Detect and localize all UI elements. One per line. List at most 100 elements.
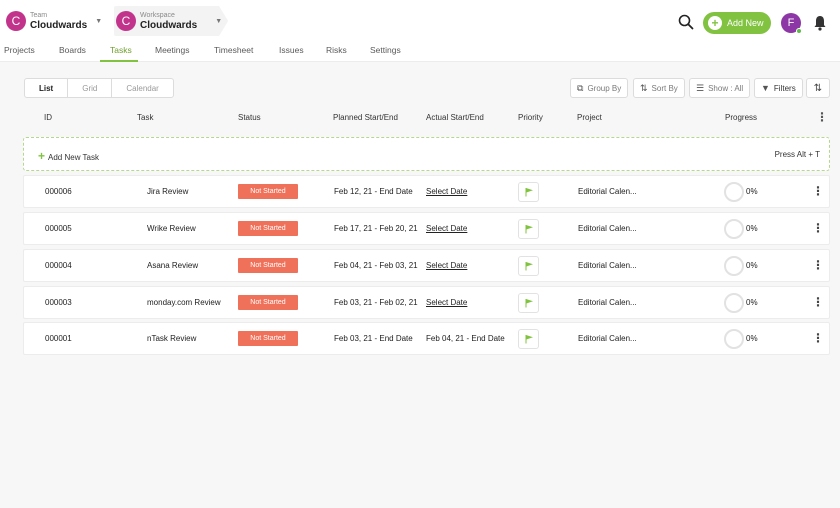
task-name[interactable]: Wrike Review	[147, 224, 196, 233]
column-header-id[interactable]: ID	[44, 113, 52, 122]
progress-percent: 0%	[746, 261, 758, 270]
add-new-button[interactable]: + Add New	[703, 12, 771, 34]
project-name[interactable]: Editorial Calen...	[578, 187, 637, 196]
show-filter-button[interactable]: ☰ Show : All	[689, 78, 751, 98]
progress-ring	[724, 256, 744, 276]
tab-timesheet[interactable]: Timesheet	[214, 45, 253, 55]
planned-dates[interactable]: Feb 17, 21 - Feb 20, 21	[334, 224, 418, 233]
project-name[interactable]: Editorial Calen...	[578, 224, 637, 233]
status-badge[interactable]: Not Started	[238, 184, 298, 199]
priority-flag-button[interactable]	[518, 219, 539, 239]
tab-issues[interactable]: Issues	[279, 45, 304, 55]
status-badge[interactable]: Not Started	[238, 331, 298, 346]
task-name[interactable]: monday.com Review	[147, 298, 221, 307]
task-id: 000003	[45, 298, 72, 307]
column-header-planned[interactable]: Planned Start/End	[333, 113, 398, 122]
sort-toggle-button[interactable]: ⇅	[806, 78, 830, 98]
priority-flag-button[interactable]	[518, 329, 539, 349]
actual-dates[interactable]: Feb 04, 21 - End Date	[426, 334, 505, 343]
planned-dates[interactable]: Feb 03, 21 - Feb 02, 21	[334, 298, 418, 307]
add-new-task-label: Add New Task	[48, 153, 100, 162]
team-switcher[interactable]: C Team Cloudwards ▼	[6, 6, 102, 36]
filter-icon: ▼	[761, 83, 770, 93]
planned-dates[interactable]: Feb 04, 21 - Feb 03, 21	[334, 261, 418, 270]
row-menu-kebab-icon[interactable]: ⋮	[812, 296, 824, 308]
filters-button[interactable]: ▼ Filters	[754, 78, 803, 98]
priority-flag-button[interactable]	[518, 182, 539, 202]
table-row[interactable]: 000001 nTask Review Not Started Feb 03, 21 …	[23, 322, 830, 355]
planned-dates[interactable]: Feb 03, 21 - End Date	[334, 334, 413, 343]
actual-dates[interactable]: Select Date	[426, 261, 467, 270]
table-row[interactable]: 000003 monday.com Review Not Started Feb 03…	[23, 286, 830, 319]
column-header-status[interactable]: Status	[238, 113, 261, 122]
progress-percent: 0%	[746, 334, 758, 343]
filters-label: Filters	[773, 83, 796, 93]
row-menu-kebab-icon[interactable]: ⋮	[812, 185, 824, 197]
task-name[interactable]: Asana Review	[147, 261, 198, 270]
progress-ring	[724, 182, 744, 202]
tab-tasks[interactable]: Tasks	[110, 45, 132, 55]
workspace-sub-label: Workspace	[140, 11, 175, 19]
team-name: Cloudwards	[30, 19, 88, 31]
table-row[interactable]: 000006 Jira Review Not Started Feb 12, 21 -…	[23, 175, 830, 208]
workspace-switcher[interactable]: C Workspace Cloudwards ▼	[114, 6, 229, 36]
project-name[interactable]: Editorial Calen...	[578, 298, 637, 307]
add-new-task-row[interactable]: + Add New Task Press Alt + T	[23, 137, 830, 171]
view-grid-button[interactable]: Grid	[68, 79, 113, 97]
search-icon[interactable]	[677, 13, 695, 31]
column-header-progress[interactable]: Progress	[725, 113, 757, 122]
show-icon: ☰	[696, 82, 705, 93]
plus-icon: +	[38, 149, 46, 163]
project-name[interactable]: Editorial Calen...	[578, 334, 637, 343]
row-menu-kebab-icon[interactable]: ⋮	[812, 332, 824, 344]
priority-flag-button[interactable]	[518, 293, 539, 313]
caret-down-icon: ▼	[95, 17, 103, 25]
actual-dates[interactable]: Select Date	[426, 298, 467, 307]
view-list-button[interactable]: List	[25, 79, 69, 97]
user-avatar[interactable]: F	[781, 13, 802, 34]
progress-ring	[724, 219, 744, 239]
top-bar: C Team Cloudwards ▼ C Workspace Cloudwar…	[0, 0, 840, 40]
group-by-label: Group By	[587, 83, 622, 93]
team-sub-label: Team	[30, 11, 48, 19]
view-calendar-button[interactable]: Calendar	[112, 79, 172, 97]
group-by-button[interactable]: ⧉ Group By	[570, 78, 629, 98]
sort-by-button[interactable]: ⇅ Sort By	[633, 78, 685, 98]
plus-icon: +	[708, 16, 722, 30]
column-header-task[interactable]: Task	[137, 113, 153, 122]
task-name[interactable]: Jira Review	[147, 187, 188, 196]
flag-icon	[525, 299, 533, 308]
status-badge[interactable]: Not Started	[238, 258, 298, 273]
show-label: Show : All	[708, 83, 744, 93]
table-row[interactable]: 000005 Wrike Review Not Started Feb 17, 21 …	[23, 212, 830, 245]
row-menu-kebab-icon[interactable]: ⋮	[812, 259, 824, 271]
actual-dates[interactable]: Select Date	[426, 224, 467, 233]
project-name[interactable]: Editorial Calen...	[578, 261, 637, 270]
workspace-name: Cloudwards	[140, 19, 198, 31]
task-name[interactable]: nTask Review	[147, 334, 196, 343]
flag-icon	[525, 262, 533, 271]
table-row[interactable]: 000004 Asana Review Not Started Feb 04, 21 …	[23, 249, 830, 282]
task-id: 000005	[45, 224, 72, 233]
actual-dates[interactable]: Select Date	[426, 187, 467, 196]
status-badge[interactable]: Not Started	[238, 221, 298, 236]
progress-percent: 0%	[746, 187, 758, 196]
tab-boards[interactable]: Boards	[59, 45, 86, 55]
row-menu-kebab-icon[interactable]: ⋮	[812, 222, 824, 234]
status-badge[interactable]: Not Started	[238, 295, 298, 310]
column-header-actual[interactable]: Actual Start/End	[426, 113, 484, 122]
bell-icon[interactable]	[813, 15, 827, 31]
column-header-project[interactable]: Project	[577, 113, 602, 122]
tab-settings[interactable]: Settings	[370, 45, 401, 55]
tab-bar: Projects Boards Tasks Meetings Timesheet…	[0, 40, 840, 62]
priority-flag-button[interactable]	[518, 256, 539, 276]
tab-risks[interactable]: Risks	[326, 45, 347, 55]
add-task-shortcut-hint: Press Alt + T	[774, 150, 820, 159]
column-menu-kebab-icon[interactable]: ⋮	[816, 111, 828, 123]
group-by-icon: ⧉	[577, 82, 584, 93]
planned-dates[interactable]: Feb 12, 21 - End Date	[334, 187, 413, 196]
sort-toggle-icon: ⇅	[813, 82, 823, 94]
column-header-priority[interactable]: Priority	[518, 113, 543, 122]
tab-meetings[interactable]: Meetings	[155, 45, 190, 55]
tab-projects[interactable]: Projects	[4, 45, 35, 55]
